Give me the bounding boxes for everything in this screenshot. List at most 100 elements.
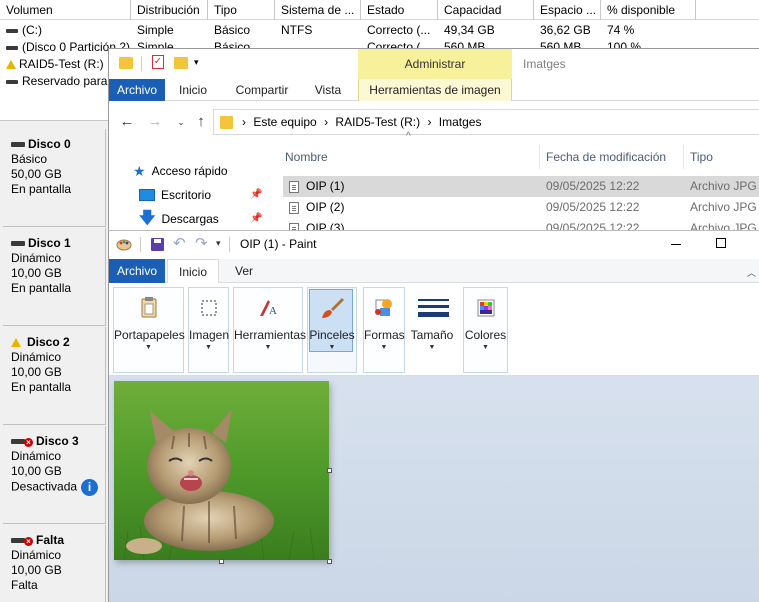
breadcrumb-sep: › <box>324 115 329 129</box>
forward-arrow-icon[interactable]: → <box>145 112 165 132</box>
customize-toolbar-icon[interactable]: ▾ <box>216 238 221 249</box>
file-row[interactable]: OIP (2) 09/05/2025 12:22 Archivo JPG <box>283 197 759 218</box>
resize-handle-right[interactable] <box>327 468 332 473</box>
file-row[interactable]: OIP (1) 09/05/2025 12:22 Archivo JPG <box>283 176 759 197</box>
nav-item-descargas[interactable]: 🡇 Descargas <box>139 209 219 229</box>
resize-handle-bottom[interactable] <box>219 559 224 564</box>
volume-name: (C:) <box>22 23 42 37</box>
disk-size: 10,00 GB <box>11 365 62 379</box>
volume-icon <box>6 79 18 84</box>
tab-archivo[interactable]: Archivo <box>109 259 165 283</box>
column-tipo[interactable]: Tipo <box>208 0 275 20</box>
breadcrumb-item[interactable]: Imatges <box>439 115 482 129</box>
file-date: 09/05/2025 12:22 <box>546 200 640 214</box>
disk-card[interactable]: Disco 2 Dinámico 10,00 GB En pantalla <box>3 327 106 425</box>
customize-toolbar-icon[interactable]: ▾ <box>194 57 199 68</box>
column-volumen[interactable]: Volumen <box>0 0 131 20</box>
column-fecha[interactable]: Fecha de modificación <box>546 145 666 169</box>
volume-icon <box>6 28 18 33</box>
disk-card[interactable]: × Falta Dinámico 10,00 GB Falta <box>3 525 106 602</box>
tab-compartir[interactable]: Compartir <box>227 79 297 101</box>
disk-card[interactable]: Disco 1 Dinámico 10,00 GB En pantalla <box>3 228 106 326</box>
address-bar[interactable]: › Este equipo › RAID5-Test (R:) › Imatge… <box>213 109 759 135</box>
breadcrumb-sep: › <box>242 115 246 129</box>
disk-kind: Dinámico <box>11 548 62 562</box>
column-capacidad[interactable]: Capacidad <box>438 0 534 20</box>
disk-title: Disco 1 <box>28 236 71 250</box>
up-arrow-icon[interactable]: ↑ <box>191 112 211 132</box>
chevron-down-icon: ▼ <box>380 344 388 351</box>
new-folder-icon[interactable] <box>174 57 188 69</box>
paint-window: ↶ ↷ ▾ OIP (1) - Paint Archivo Inicio Ver… <box>108 230 759 602</box>
explorer-ribbon-tabs: Archivo Inicio Compartir Vista Herramien… <box>109 79 759 101</box>
kitten-image[interactable] <box>114 381 329 560</box>
herramientas-button[interactable]: A Herramientas ▼ <box>233 287 306 373</box>
group-label: Pinceles <box>309 328 355 342</box>
column-distribucion[interactable]: Distribución <box>131 0 208 20</box>
recent-locations-icon[interactable]: ⌄ <box>171 112 191 132</box>
volume-fs: NTFS <box>281 23 313 37</box>
tab-archivo[interactable]: Archivo <box>109 79 165 101</box>
file-list: ^ Nombre Fecha de modificación Tipo OIP … <box>269 131 759 235</box>
jpg-file-icon <box>289 201 299 214</box>
paint-title-bar: ↶ ↷ ▾ OIP (1) - Paint <box>109 231 759 259</box>
disk-icon <box>11 439 25 444</box>
folder-icon <box>119 57 133 69</box>
imagen-button[interactable]: Imagen ▼ <box>188 287 229 373</box>
redo-icon[interactable]: ↷ <box>195 234 208 252</box>
volume-row[interactable]: (C:) Simple Básico NTFS Correcto (... 49… <box>0 22 759 39</box>
nav-item-acceso-rapido[interactable]: ★ Acceso rápido <box>133 161 228 181</box>
folder-icon <box>220 116 233 129</box>
column-espacio[interactable]: Espacio ... <box>534 0 601 20</box>
error-icon: × <box>24 438 33 447</box>
tab-ver[interactable]: Ver <box>229 259 259 283</box>
back-arrow-icon[interactable]: ← <box>117 112 137 132</box>
tamano-button[interactable]: Tamaño ▼ <box>409 287 455 373</box>
breadcrumb-item[interactable]: RAID5-Test (R:) <box>335 115 420 129</box>
tab-herramientas-imagen[interactable]: Herramientas de imagen <box>358 79 512 101</box>
column-tipo[interactable]: Tipo <box>690 145 713 169</box>
info-icon[interactable]: i <box>81 479 99 496</box>
disk-card[interactable]: Disco 0 Básico 50,00 GB En pantalla <box>3 129 106 227</box>
nav-label: Acceso rápido <box>151 164 228 178</box>
jpg-file-icon <box>289 180 299 193</box>
disk-icon <box>11 142 25 147</box>
pinceles-button[interactable]: Pinceles ▼ <box>307 287 357 373</box>
disk-kind: Dinámico <box>11 251 62 265</box>
disk-card[interactable]: × Disco 3 Dinámico 10,00 GB Desactivada i <box>3 426 106 524</box>
column-pct-disponible[interactable]: % disponible <box>601 0 696 20</box>
divider <box>141 56 142 71</box>
formas-button[interactable]: Formas ▼ <box>363 287 405 373</box>
colores-button[interactable]: Colores ▼ <box>463 287 508 373</box>
paint-logo-icon <box>116 239 132 251</box>
column-nombre[interactable]: Nombre <box>285 145 328 169</box>
column-estado[interactable]: Estado <box>361 0 438 20</box>
paint-ribbon-tabs: Archivo Inicio Ver ︿ <box>109 259 759 284</box>
chevron-down-icon: ▼ <box>428 344 436 351</box>
column-sistema[interactable]: Sistema de ... <box>275 0 361 20</box>
undo-icon[interactable]: ↶ <box>173 234 186 252</box>
group-label: Portapapeles <box>114 328 185 342</box>
portapapeles-button[interactable]: Portapapeles ▼ <box>113 287 185 373</box>
maximize-icon[interactable] <box>716 238 726 248</box>
nav-label: Escritorio <box>161 188 212 202</box>
download-icon: 🡇 <box>139 210 156 227</box>
breadcrumb-item[interactable]: Este equipo <box>253 115 316 129</box>
volume-status: Correcto (... <box>367 23 431 37</box>
navigation-pane: ★ Acceso rápido Escritorio 📌 🡇 Descargas… <box>109 147 269 235</box>
volume-list-header: Volumen Distribución Tipo Sistema de ...… <box>0 0 759 20</box>
tab-inicio[interactable]: Inicio <box>167 259 219 284</box>
svg-text:A: A <box>269 305 277 317</box>
file-type: Archivo JPG <box>690 200 757 214</box>
tab-vista[interactable]: Vista <box>307 79 349 101</box>
canvas-area[interactable] <box>109 376 759 602</box>
save-icon[interactable] <box>151 238 164 251</box>
properties-icon[interactable]: ✓ <box>152 55 164 69</box>
resize-handle-corner[interactable] <box>327 559 332 564</box>
nav-item-escritorio[interactable]: Escritorio <box>139 185 211 205</box>
collapse-ribbon-icon[interactable]: ︿ <box>747 266 756 279</box>
tab-inicio[interactable]: Inicio <box>171 79 215 101</box>
minimize-icon[interactable] <box>671 244 681 245</box>
window-title: OIP (1) - Paint <box>240 237 317 251</box>
disk-state: Desactivada <box>11 479 78 494</box>
